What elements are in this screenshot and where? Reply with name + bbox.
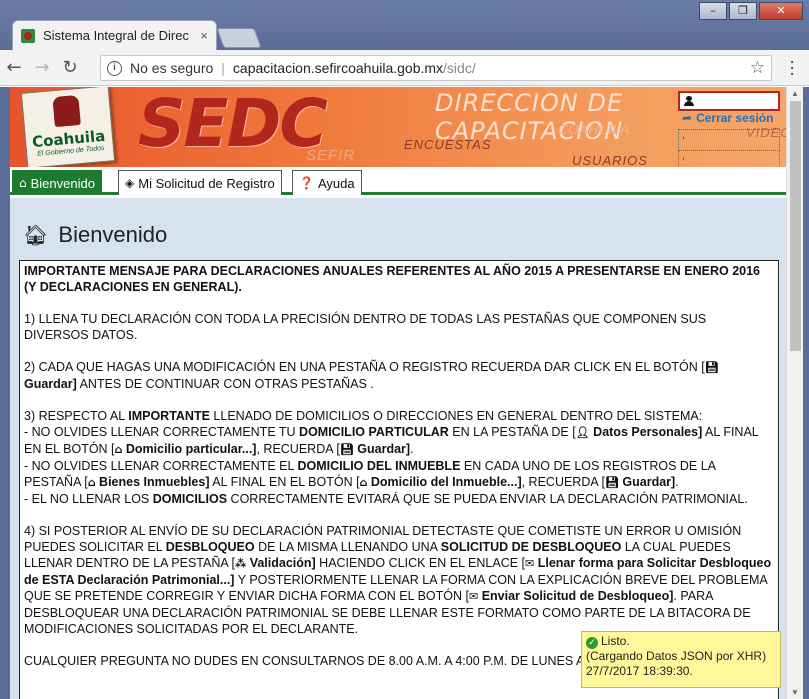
scrollbar-thumb[interactable] (790, 101, 801, 351)
browser-tab[interactable]: Sistema Integral de Direc × (12, 20, 217, 50)
security-label: No es seguro (130, 60, 214, 76)
bookmark-star-icon[interactable]: ☆ (750, 58, 765, 78)
nav-encuestas[interactable]: ENCUESTAS (404, 137, 492, 152)
save-icon: 💾︎ (604, 476, 619, 489)
new-tab-button[interactable] (216, 28, 262, 48)
home-icon: 🏠︎ (23, 223, 49, 247)
save-icon: 💾︎ (339, 443, 354, 456)
coahuila-logo: Coahuila El Gobierno de Todos (20, 87, 116, 167)
main-content: 🏠︎ Bienvenido IMPORTANTE MENSAJE PARA DE… (10, 198, 786, 699)
nav-usuarios[interactable]: USUARIOS (572, 153, 648, 167)
restore-button[interactable]: ❐ (729, 2, 757, 20)
page-viewport: Coahuila El Gobierno de Todos SEDC SEFIR… (10, 87, 786, 699)
page-title-text: Bienvenido (58, 222, 168, 247)
info-icon[interactable]: i (107, 60, 122, 76)
browser-menu-icon[interactable]: · · · (789, 54, 795, 84)
save-icon: 💾︎ (704, 361, 719, 374)
status-line1: Listo. (601, 634, 630, 648)
question-circle-icon: ❓ (299, 176, 314, 190)
faint-coahuila-label: COAHUILA (558, 121, 630, 137)
right-frame (803, 87, 809, 699)
message-p2: 2) CADA QUE HAGAS UNA MODIFICACIÓN EN UN… (24, 360, 719, 391)
tab-bienvenido[interactable]: ⌂ Bienvenido (12, 170, 102, 195)
tab-ayuda[interactable]: ❓ Ayuda (292, 170, 362, 195)
check-icon: ✓ (586, 637, 598, 649)
status-line3: 27/7/2017 18:39:30. (586, 664, 693, 678)
cube-icon: ◈ (125, 176, 135, 190)
forward-icon[interactable]: → (28, 57, 56, 78)
address-bar[interactable]: i No es seguro | capacitacion.sefircoahu… (100, 55, 772, 81)
emblem-icon (52, 94, 81, 128)
page-title: 🏠︎ Bienvenido (23, 222, 167, 248)
info-box-2: , (678, 150, 780, 167)
logout-label: Cerrar sesión (696, 111, 774, 125)
tab-title: Sistema Integral de Direc (43, 28, 189, 43)
favicon-icon (21, 28, 35, 43)
url-separator: | (221, 60, 225, 76)
tab-mi-solicitud[interactable]: ◈ Mi Solicitud de Registro (118, 170, 282, 195)
message-p1: 1) LLENA TU DECLARACIÓN CON TODA LA PREC… (24, 312, 707, 342)
home-icon: ⌂ (19, 176, 27, 190)
close-window-button[interactable]: ✕ (759, 2, 803, 20)
left-frame (0, 87, 10, 699)
window-controls: – ❐ ✕ (699, 2, 803, 20)
scroll-down-icon[interactable]: ▼ (791, 688, 799, 697)
message-p4: 4) SI POSTERIOR AL ENVÍO DE SU DECLARACI… (24, 524, 772, 636)
tab-label: Bienvenido (30, 175, 95, 191)
back-icon[interactable]: ← (0, 57, 28, 78)
window-titlebar: – ❐ ✕ Sistema Integral de Direc × (0, 0, 809, 50)
home-icon: ⌂ (87, 476, 96, 489)
tab-close-icon[interactable]: × (200, 28, 208, 43)
user-icon: 👤︎ (575, 426, 590, 439)
message-p3: 3) RESPECTO AL IMPORTANTE LLENADO DE DOM… (24, 409, 759, 506)
user-icon (684, 96, 694, 106)
tab-label: Ayuda (317, 175, 355, 191)
page-tabs: ⌂ Bienvenido ◈ Mi Solicitud de Registro … (10, 167, 786, 195)
tab-label: Mi Solicitud de Registro (138, 175, 275, 191)
send-icon: ✉︎ (469, 590, 479, 603)
site-banner: Coahuila El Gobierno de Todos SEDC SEFIR… (10, 87, 786, 167)
app-name: SEDC (138, 87, 328, 162)
scroll-up-icon[interactable]: ▲ (791, 89, 799, 98)
form-icon: ✉︎ (525, 557, 535, 570)
logout-link[interactable]: ➦ Cerrar sesión (682, 111, 773, 125)
status-notification: ✓ Listo. (Cargando Datos JSON por XHR) 27… (581, 631, 781, 688)
user-box[interactable] (678, 91, 780, 111)
minimize-button[interactable]: – (699, 2, 727, 20)
page-scrollbar[interactable]: ▲ ▼ (786, 87, 803, 699)
cubes-icon: ⁂ (234, 557, 247, 570)
reload-icon[interactable]: ↻ (56, 57, 84, 78)
sign-out-icon: ➦ (682, 111, 693, 125)
browser-toolbar: ← → ↻ i No es seguro | capacitacion.sefi… (0, 50, 809, 86)
url-host: capacitacion.sefircoahuila.gob.mx (232, 60, 444, 76)
faint-sefir-label: SEFIR (306, 147, 356, 164)
message-title: IMPORTANTE MENSAJE PARA DECLARACIONES AN… (24, 264, 760, 294)
url-path: /sidc/ (443, 60, 476, 76)
info-box-1: , (678, 129, 780, 151)
status-line2: (Cargando Datos JSON por XHR) (586, 649, 767, 663)
